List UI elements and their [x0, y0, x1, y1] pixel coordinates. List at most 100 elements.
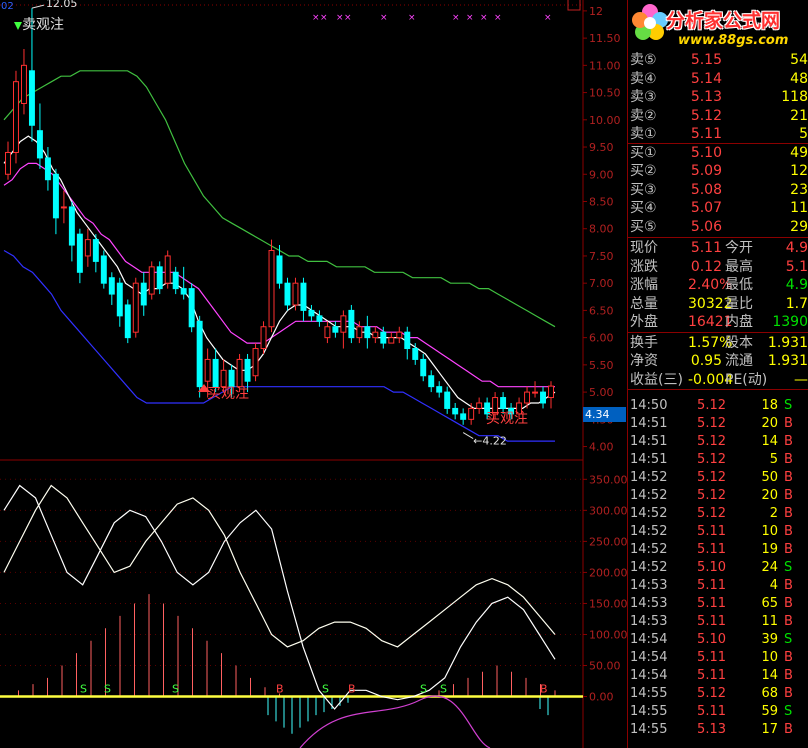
candle-body — [52, 173, 59, 219]
indicator-tick-label: 350.00 — [589, 473, 628, 486]
tick-direction: B — [784, 668, 793, 683]
tick-price: 5.12 — [697, 452, 726, 467]
buy-sell-marker: S — [104, 683, 111, 696]
tick-time: 14:52 — [630, 524, 668, 539]
tick-direction: B — [784, 488, 793, 503]
tick-volume: 50 — [761, 470, 778, 485]
stat-row: 涨跌 0.12 最高 5.1 — [628, 257, 808, 277]
signal-marker: × — [480, 13, 488, 23]
candle-body — [532, 391, 539, 394]
order-price: 5.13 — [690, 89, 722, 105]
order-volume: 23 — [790, 181, 808, 198]
kline-chart[interactable]: 12 11.50 11.00 10.50 10.00 9.50 9.00 8.50 8.00 7.… — [0, 0, 628, 748]
candle-body — [148, 266, 155, 295]
stat-value: 0.95 — [690, 353, 722, 369]
indicator-tick-label: 0.00 — [589, 691, 614, 704]
tick-volume: 39 — [761, 632, 778, 647]
tick-row: 14:55 5.11 59 S — [628, 703, 808, 721]
order-price: 5.07 — [690, 200, 722, 216]
candle-body — [244, 358, 251, 382]
tick-volume: 19 — [761, 542, 778, 557]
y-tick-label: 4.00 — [589, 441, 614, 454]
tick-row: 14:51 5.12 14 B — [628, 433, 808, 451]
candle-body — [124, 304, 131, 339]
tick-volume: 11 — [761, 614, 778, 629]
candle-body — [284, 282, 291, 306]
order-volume: 5 — [799, 126, 808, 142]
divider — [628, 389, 808, 390]
tick-row: 14:51 5.12 5 B — [628, 451, 808, 469]
candle-body — [196, 320, 203, 388]
kline-chart-area[interactable]: 12 11.50 11.00 10.50 10.00 9.50 9.00 8.50 8.00 7.… — [0, 0, 628, 748]
order-volume: 21 — [790, 107, 808, 124]
order-label: 买① — [630, 144, 657, 161]
y-tick-label: 5.00 — [589, 386, 614, 399]
order-book-row: 买② 5.09 12 — [628, 161, 808, 181]
indicator-tick-label: 150.00 — [589, 597, 628, 610]
buy-signal-label: 买观注 — [486, 411, 528, 427]
signal-marker: × — [312, 13, 320, 23]
logo-brand: 分析家公式网 — [666, 10, 781, 32]
stat-label: 股本 — [725, 334, 753, 351]
candle-body — [60, 206, 67, 209]
order-price: 5.15 — [690, 52, 722, 68]
y-tick-label: 6.00 — [589, 332, 614, 345]
tick-row: 14:54 5.10 39 S — [628, 631, 808, 649]
tick-volume: 14 — [761, 434, 778, 449]
candle-body — [108, 277, 115, 295]
stat-label: 今开 — [725, 240, 753, 256]
indicator-tick-label: 50.00 — [589, 660, 621, 673]
tick-row: 14:53 5.11 65 B — [628, 595, 808, 613]
signal-marker: × — [380, 13, 388, 23]
candle-body — [13, 81, 19, 153]
stat-label: 涨幅 — [630, 277, 658, 293]
site-logo: 分析家公式网 www.88gs.com — [628, 0, 808, 50]
y-tick-label: 5.50 — [589, 359, 614, 372]
stat-label: 外盘 — [630, 314, 658, 330]
candle-body — [404, 331, 411, 350]
order-label: 买③ — [630, 181, 657, 198]
y-tick-label: 11.50 — [589, 32, 621, 45]
stat-value: 1.7 — [785, 295, 808, 312]
stat-value: -0.004 — [688, 371, 734, 388]
tick-time: 14:55 — [630, 686, 668, 701]
tick-time: 14:51 — [630, 434, 668, 449]
indicator-white-line — [3, 484, 556, 710]
tick-direction: B — [784, 542, 793, 557]
stat-label: 净资 — [630, 353, 658, 369]
buy-sell-marker: S — [420, 683, 427, 696]
order-label: 卖③ — [630, 89, 657, 105]
tick-direction: B — [784, 650, 793, 665]
tick-price: 5.12 — [697, 686, 726, 701]
tick-time: 14:52 — [630, 542, 668, 557]
order-book-row: 卖⑤ 5.15 54 — [628, 50, 808, 70]
stat-label: 量比 — [725, 295, 753, 312]
y-tick-label: 10.50 — [589, 87, 621, 100]
y-tick-label: 6.50 — [589, 304, 614, 317]
tick-time: 14:53 — [630, 614, 668, 629]
stat-label: 涨跌 — [630, 258, 658, 275]
order-book-row: 卖② 5.12 21 — [628, 106, 808, 126]
candle-body — [44, 157, 51, 181]
tick-time: 14:55 — [630, 704, 668, 719]
candle-body — [132, 282, 139, 333]
candle-body — [180, 288, 187, 295]
signal-marker: × — [494, 13, 502, 23]
tick-volume: 65 — [761, 596, 778, 611]
tick-direction: B — [784, 434, 793, 449]
y-tick-label: 9.50 — [589, 141, 614, 154]
candle-body — [20, 64, 27, 104]
candle-body — [436, 386, 443, 393]
tick-direction: B — [784, 506, 793, 521]
stat-value: 16421 — [688, 314, 733, 330]
signal-marker: × — [336, 13, 344, 23]
tick-price: 5.10 — [697, 560, 726, 575]
tick-price: 5.12 — [697, 488, 726, 503]
candle-body — [172, 271, 179, 290]
tick-time: 14:54 — [630, 668, 668, 683]
candle-body — [252, 348, 259, 377]
candle-body — [116, 282, 123, 317]
candle-body — [348, 309, 355, 339]
stat-value: 1.931 — [767, 334, 808, 351]
tick-price: 5.12 — [697, 398, 726, 413]
